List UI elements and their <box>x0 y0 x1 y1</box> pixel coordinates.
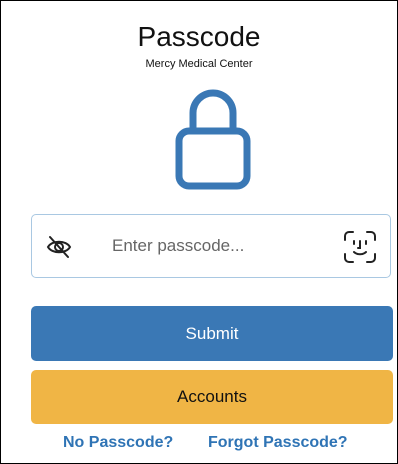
forgot-passcode-link[interactable]: Forgot Passcode? <box>208 433 348 453</box>
eye-slash-icon[interactable] <box>46 234 72 260</box>
submit-button[interactable]: Submit <box>31 306 393 361</box>
organization-name: Mercy Medical Center <box>145 58 253 70</box>
passcode-input[interactable] <box>112 231 322 261</box>
passcode-screen: Passcode Mercy Medical Center Submit Acc… <box>0 0 398 464</box>
page-title: Passcode <box>137 21 261 52</box>
lock-icon <box>175 89 251 190</box>
passcode-field <box>31 214 391 278</box>
no-passcode-link[interactable]: No Passcode? <box>63 433 173 453</box>
face-id-icon[interactable] <box>343 230 377 264</box>
accounts-button[interactable]: Accounts <box>31 370 393 424</box>
